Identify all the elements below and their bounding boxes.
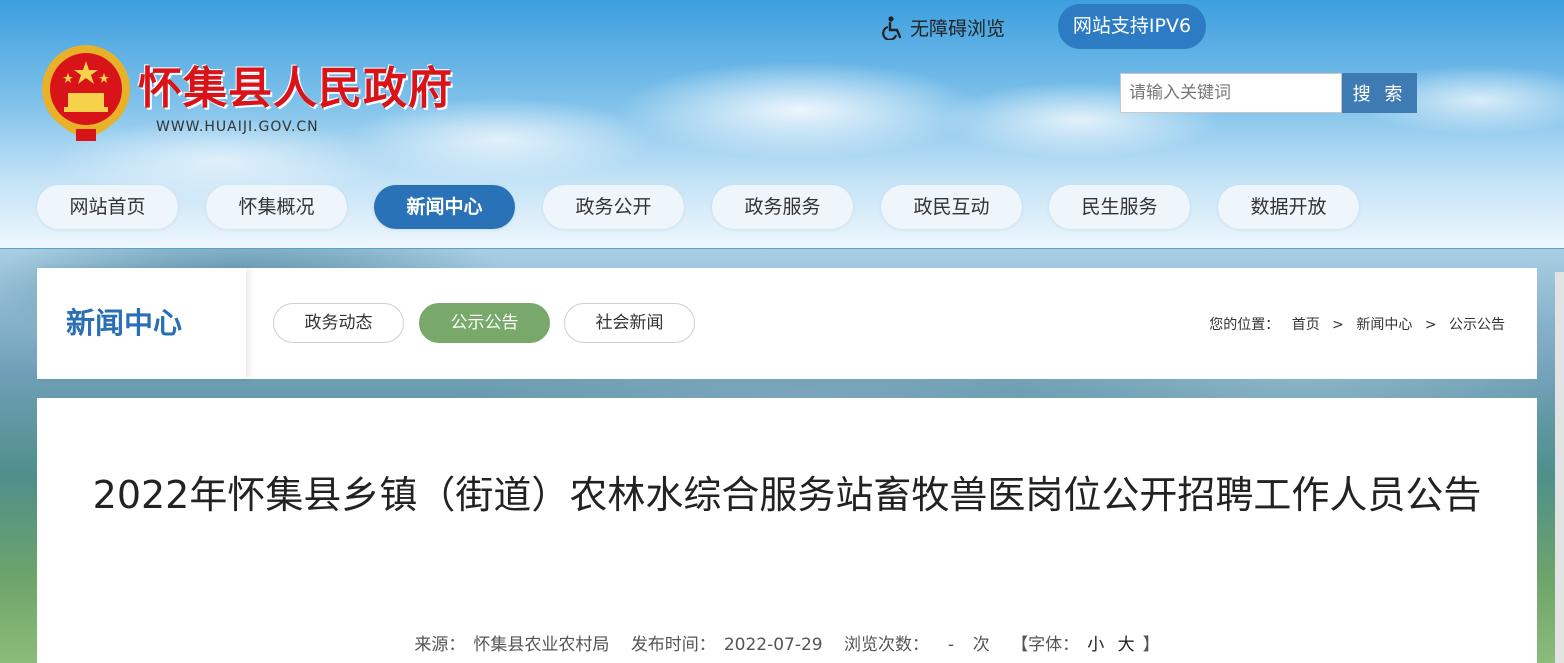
breadcrumb: 您的位置： 首页 > 新闻中心 > 公示公告 (1205, 314, 1509, 334)
accessibility-label: 无障碍浏览 (910, 18, 1006, 40)
breadcrumb-separator: > (1332, 317, 1344, 333)
header-banner: 怀集县人民政府 WWW.HUAIJI.GOV.CN 无障碍浏览 网站支持IPV6… (0, 0, 1564, 249)
nav-item-livelihood[interactable]: 民生服务 (1049, 185, 1190, 229)
section-bar: 新闻中心 政务动态 公示公告 社会新闻 您的位置： 首页 > 新闻中心 > 公示… (37, 268, 1537, 379)
section-title: 新闻中心 (37, 268, 246, 379)
nav-item-gov-affairs[interactable]: 政务公开 (543, 185, 684, 229)
font-size-label: 【字体： (1011, 635, 1080, 655)
breadcrumb-item-announcements[interactable]: 公示公告 (1449, 317, 1505, 333)
date-label: 发布时间： (630, 635, 716, 655)
date-value: 2022-07-29 (723, 635, 823, 655)
breadcrumb-separator: > (1424, 317, 1437, 333)
accessibility-link[interactable]: 无障碍浏览 (882, 14, 1005, 41)
views-value: - (947, 635, 954, 655)
tab-announcements[interactable]: 公示公告 (419, 303, 550, 343)
breadcrumb-item-news[interactable]: 新闻中心 (1356, 317, 1412, 333)
article-panel: 2022年怀集县乡镇（街道）农林水综合服务站畜牧兽医岗位公开招聘工作人员公告 来… (37, 398, 1537, 663)
tab-social-news[interactable]: 社会新闻 (564, 303, 695, 343)
site-title[interactable]: 怀集县人民政府 (138, 52, 453, 116)
breadcrumb-prefix: 您的位置： (1209, 317, 1280, 333)
tab-gov-news[interactable]: 政务动态 (273, 303, 404, 343)
search-button[interactable]: 搜 索 (1342, 73, 1417, 113)
nav-item-open-data[interactable]: 数据开放 (1218, 185, 1359, 229)
views-unit: 次 (972, 635, 990, 655)
breadcrumb-item-home[interactable]: 首页 (1292, 317, 1320, 333)
wheelchair-icon (882, 15, 902, 40)
site-url: WWW.HUAIJI.GOV.CN (156, 119, 319, 135)
font-small-button[interactable]: 小 (1087, 635, 1104, 655)
search-input[interactable] (1120, 73, 1342, 113)
source-label: 来源： (414, 635, 466, 655)
nav-item-interaction[interactable]: 政民互动 (881, 185, 1022, 229)
font-size-close: 】 (1142, 635, 1160, 655)
article-title: 2022年怀集县乡镇（街道）农林水综合服务站畜牧兽医岗位公开招聘工作人员公告 (92, 473, 1482, 517)
nav-item-overview[interactable]: 怀集概况 (206, 185, 347, 229)
nav-item-home[interactable]: 网站首页 (37, 185, 178, 229)
nav-item-gov-service[interactable]: 政务服务 (712, 185, 853, 229)
source-value: 怀集县农业农村局 (473, 635, 610, 655)
nav-item-news[interactable]: 新闻中心 (374, 185, 515, 229)
article-meta: 来源： 怀集县农业农村局 发布时间： 2022-07-29 浏览次数： - 次 【字… (37, 630, 1537, 655)
views-label: 浏览次数： (844, 635, 930, 655)
national-emblem-icon[interactable] (38, 43, 134, 143)
ipv6-badge[interactable]: 网站支持IPV6 (1058, 4, 1206, 49)
font-large-button[interactable]: 大 (1118, 635, 1135, 655)
page-scrollbar[interactable] (1555, 272, 1564, 663)
